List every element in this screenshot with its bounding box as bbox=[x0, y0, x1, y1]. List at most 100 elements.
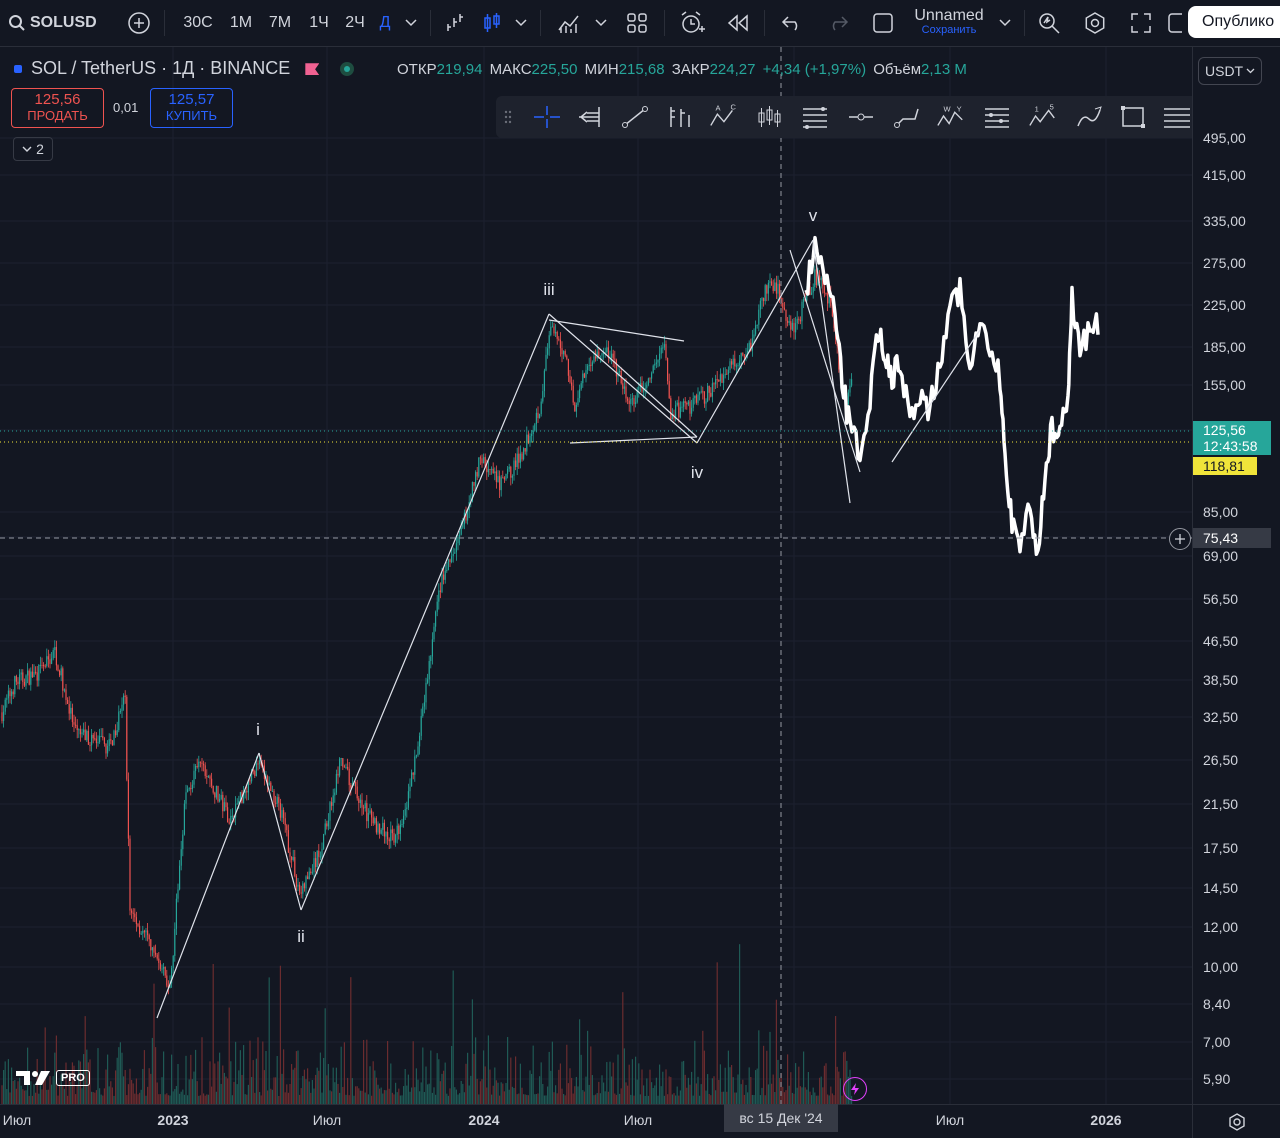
path-tool-icon[interactable] bbox=[892, 104, 922, 130]
interval-30s[interactable]: 30С bbox=[178, 0, 218, 46]
rectangle-tool-icon[interactable] bbox=[1118, 104, 1148, 130]
sell-button[interactable]: 125,56 ПРОДАТЬ bbox=[11, 88, 104, 128]
svg-text:W: W bbox=[944, 104, 952, 113]
volume-bar bbox=[787, 1054, 789, 1104]
bars-pattern-tool-icon[interactable] bbox=[664, 104, 694, 130]
elliott-wave-tool-icon[interactable]: 15 bbox=[1028, 104, 1058, 130]
save-link[interactable]: Сохранить bbox=[922, 23, 977, 38]
publish-button[interactable]: Опублико bbox=[1188, 6, 1280, 38]
chart-pane[interactable]: i ii iii iv v SOL / TetherUS · 1Д · BINANCE … bbox=[0, 47, 1192, 1104]
drag-handle-icon[interactable] bbox=[500, 104, 516, 130]
volume-bar bbox=[558, 1069, 560, 1104]
long-position-tool-icon[interactable] bbox=[576, 104, 606, 130]
compare-add-button[interactable] bbox=[124, 0, 154, 46]
interval-dropdown[interactable] bbox=[400, 0, 422, 46]
volume-bar bbox=[617, 1054, 619, 1104]
candle-body bbox=[489, 469, 491, 471]
indicators-button[interactable] bbox=[554, 0, 584, 46]
volume-bar bbox=[825, 1063, 827, 1104]
candle-body bbox=[223, 802, 225, 812]
snapshot-button[interactable] bbox=[1166, 0, 1190, 46]
trend-line-tool-icon[interactable] bbox=[620, 104, 650, 130]
volume-bar bbox=[307, 1068, 309, 1104]
text-lines-tool-icon[interactable] bbox=[1162, 104, 1192, 130]
volume-bar bbox=[732, 1077, 734, 1104]
abcd-pattern-tool-icon[interactable]: AC bbox=[708, 104, 738, 130]
symbol-search-button[interactable]: SOLUSD bbox=[8, 0, 106, 46]
candle-body bbox=[393, 833, 395, 843]
horizontal-ray-tool-icon[interactable] bbox=[846, 104, 876, 130]
volume-bar bbox=[513, 1087, 515, 1104]
price-chart[interactable]: iiiiiiivv bbox=[0, 47, 1192, 1104]
volume-bar bbox=[118, 1047, 120, 1104]
levels-tool-icon[interactable] bbox=[982, 104, 1012, 130]
volume-bar bbox=[107, 1054, 109, 1104]
volume-bar bbox=[515, 1056, 517, 1104]
alert-button[interactable] bbox=[676, 0, 708, 46]
camera-icon bbox=[1168, 13, 1182, 33]
volume-bar bbox=[601, 1075, 603, 1104]
crosshair-tool-icon[interactable] bbox=[532, 104, 562, 130]
candle-body bbox=[820, 278, 822, 281]
volume-bar bbox=[591, 1075, 593, 1104]
volume-bar bbox=[611, 1076, 613, 1104]
price-axis[interactable]: USDT bbox=[1192, 47, 1280, 1104]
volume-bar bbox=[206, 1094, 208, 1104]
candle-body bbox=[591, 362, 593, 366]
redo-button[interactable] bbox=[822, 0, 854, 46]
volume-bar bbox=[604, 1091, 606, 1104]
volume-bar bbox=[198, 1095, 200, 1104]
interval-7m[interactable]: 7М bbox=[262, 0, 298, 46]
candle-body bbox=[23, 681, 25, 686]
volume-bar bbox=[195, 1049, 197, 1104]
volume-bar bbox=[145, 1095, 147, 1104]
candle-body bbox=[537, 412, 539, 419]
candles-style-button[interactable] bbox=[478, 0, 506, 46]
candle-body bbox=[1, 712, 3, 722]
buy-button[interactable]: 125,57 КУПИТЬ bbox=[150, 88, 233, 128]
volume-bar bbox=[683, 1060, 685, 1104]
tradingview-logo[interactable]: PRO bbox=[14, 1067, 90, 1089]
volume-bar bbox=[159, 1094, 161, 1104]
add-alert-plus-icon[interactable] bbox=[1169, 528, 1191, 550]
flag-icon[interactable] bbox=[305, 63, 320, 76]
chart-type-dropdown[interactable] bbox=[510, 0, 532, 46]
candle-body bbox=[222, 794, 224, 812]
candle-body bbox=[771, 281, 773, 286]
market-open-icon bbox=[340, 62, 355, 77]
lightning-icon[interactable] bbox=[843, 1077, 867, 1101]
candles-pattern-tool-icon[interactable] bbox=[754, 104, 784, 130]
multi-chart-button[interactable] bbox=[868, 0, 898, 46]
volume-bar bbox=[691, 1071, 693, 1104]
candle-body bbox=[524, 448, 526, 452]
interval-1h[interactable]: 1Ч bbox=[302, 0, 336, 46]
brush-tool-icon[interactable] bbox=[1074, 104, 1104, 130]
volume-bar bbox=[196, 1081, 198, 1104]
indicators-collapse-button[interactable]: 2 bbox=[13, 137, 53, 161]
candle-body bbox=[574, 402, 576, 412]
symbol-legend[interactable]: SOL / TetherUS · 1Д · BINANCE bbox=[14, 58, 355, 79]
candle-body bbox=[83, 729, 85, 733]
interval-1d[interactable]: Д bbox=[374, 0, 396, 46]
settings-button[interactable] bbox=[1080, 0, 1110, 46]
candle-body bbox=[350, 785, 352, 788]
currency-select[interactable]: USDT bbox=[1198, 57, 1262, 85]
fib-retracement-tool-icon[interactable] bbox=[800, 104, 830, 130]
layout-button[interactable] bbox=[622, 0, 652, 46]
undo-button[interactable] bbox=[776, 0, 808, 46]
volume-bar bbox=[278, 1095, 280, 1104]
layout-dropdown[interactable] bbox=[994, 0, 1016, 46]
interval-1m[interactable]: 1М bbox=[224, 0, 258, 46]
quick-search-button[interactable] bbox=[1034, 0, 1064, 46]
fullscreen-button[interactable] bbox=[1126, 0, 1156, 46]
wyckoff-pattern-tool-icon[interactable]: WY bbox=[936, 104, 966, 130]
candle-body bbox=[510, 466, 512, 478]
indicators-dropdown[interactable] bbox=[590, 0, 612, 46]
replay-button[interactable] bbox=[722, 0, 754, 46]
volume-bar bbox=[507, 1037, 509, 1104]
bars-style-button[interactable] bbox=[442, 0, 470, 46]
interval-2h[interactable]: 2Ч bbox=[338, 0, 372, 46]
axis-settings-corner[interactable] bbox=[1192, 1104, 1280, 1138]
layout-name-button[interactable]: Unnamed Сохранить bbox=[906, 0, 992, 46]
volume-bar bbox=[203, 1093, 205, 1104]
